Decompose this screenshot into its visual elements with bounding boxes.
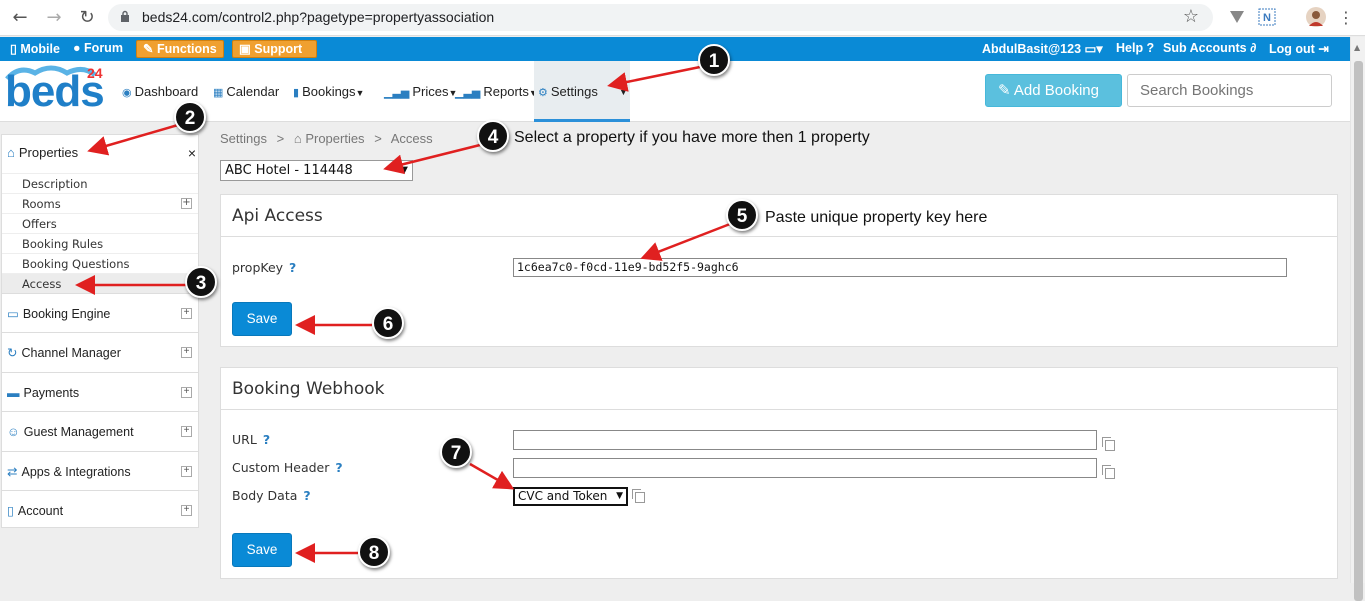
arrow-4 [383,143,481,175]
step-badge-5: 5 [726,199,758,231]
step-badge-2: 2 [174,101,206,133]
arrow-7 [469,462,515,490]
step-badge-8: 8 [358,536,390,568]
arrow-5 [640,222,731,261]
step-badge-1: 1 [698,44,730,76]
step-badge-3: 3 [185,266,217,298]
step-badge-7: 7 [440,436,472,468]
step-badge-6: 6 [372,307,404,339]
arrow-1 [607,65,701,92]
arrow-2 [87,123,179,156]
annotation-note-select-property: Select a property if you have more then … [514,129,870,146]
annotation-note-paste-key: Paste unique property key here [765,209,988,226]
step-badge-4: 4 [477,120,509,152]
